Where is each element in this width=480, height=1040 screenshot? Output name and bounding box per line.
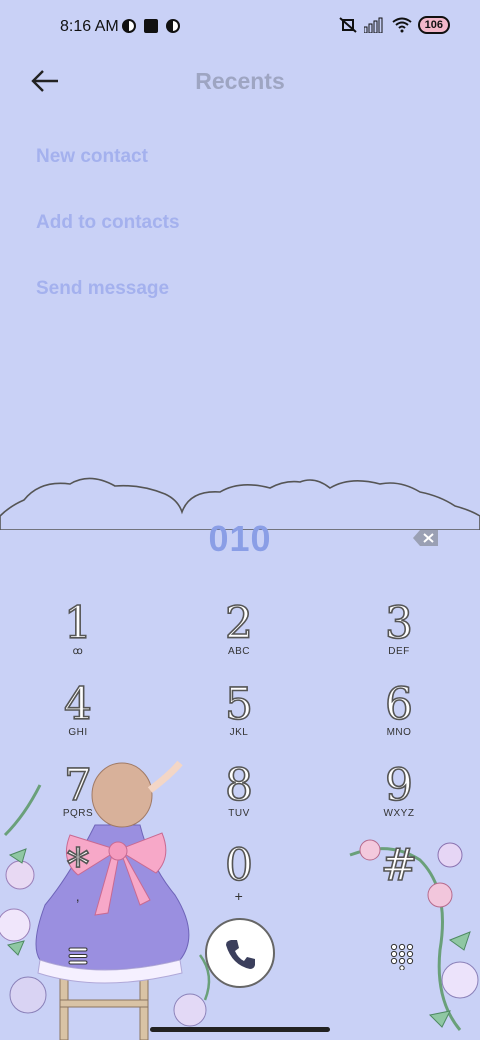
key-0-letters: + bbox=[234, 888, 244, 904]
key-2-letters: ABC bbox=[227, 646, 251, 657]
key-2[interactable]: 2 ABC bbox=[184, 598, 294, 670]
app-notification-icon bbox=[122, 19, 136, 33]
key-1-digit: 1 bbox=[63, 598, 93, 649]
key-5-digit: 5 bbox=[224, 679, 254, 730]
key-star-digit: * bbox=[66, 840, 90, 891]
phone-icon bbox=[226, 940, 255, 969]
key-star[interactable]: * , bbox=[23, 840, 133, 912]
key-9-digit: 9 bbox=[384, 760, 414, 811]
key-6-letters: MNO bbox=[386, 727, 412, 738]
add-to-contacts-option[interactable]: Add to contacts bbox=[36, 212, 180, 234]
signal-icon bbox=[363, 17, 383, 33]
backspace-icon[interactable] bbox=[412, 528, 440, 548]
battery-indicator: 106 bbox=[417, 16, 450, 34]
key-hash-digit: # bbox=[380, 840, 418, 891]
key-4-digit: 4 bbox=[63, 679, 93, 730]
status-time: 8:16 AM bbox=[60, 18, 119, 35]
key-6-digit: 6 bbox=[384, 679, 414, 730]
key-6[interactable]: 6 MNO bbox=[344, 679, 454, 751]
key-4[interactable]: 4 GHI bbox=[23, 679, 133, 751]
key-0[interactable]: 0 + bbox=[184, 840, 294, 912]
key-7-letters: PQRS bbox=[62, 808, 94, 819]
key-9[interactable]: 9 WXYZ bbox=[344, 760, 454, 832]
key-3[interactable]: 3 DEF bbox=[344, 598, 454, 670]
key-5-letters: JKL bbox=[229, 727, 249, 738]
mute-vibrate-icon bbox=[338, 17, 357, 33]
key-8-letters: TUV bbox=[228, 808, 250, 819]
new-contact-option[interactable]: New contact bbox=[36, 146, 148, 168]
status-right: 106 bbox=[338, 16, 450, 34]
status-bar: 8:16 AM 106 bbox=[0, 0, 480, 56]
top-app-bar: Recents bbox=[0, 56, 480, 108]
key-3-letters: DEF bbox=[388, 646, 410, 657]
key-1[interactable]: 1 ꝏ bbox=[23, 598, 133, 670]
app-notification-icon-2 bbox=[166, 19, 180, 33]
dialed-number: 010 bbox=[208, 518, 272, 559]
key-7[interactable]: 7 PQRS bbox=[23, 760, 133, 832]
key-8[interactable]: 8 TUV bbox=[184, 760, 294, 832]
dialpad-icon[interactable] bbox=[388, 942, 416, 970]
key-9-letters: WXYZ bbox=[383, 808, 415, 819]
key-3-digit: 3 bbox=[384, 598, 414, 649]
key-7-digit: 7 bbox=[63, 760, 93, 811]
wifi-icon bbox=[392, 17, 412, 33]
key-5[interactable]: 5 JKL bbox=[184, 679, 294, 751]
voicemail-icon: ꝏ bbox=[72, 646, 84, 657]
call-button[interactable] bbox=[205, 918, 275, 988]
key-star-letters: , bbox=[75, 888, 81, 904]
key-2-digit: 2 bbox=[224, 598, 254, 649]
key-8-digit: 8 bbox=[224, 760, 254, 811]
key-4-letters: GHI bbox=[68, 727, 88, 738]
menu-icon[interactable] bbox=[66, 944, 90, 968]
key-0-digit: 0 bbox=[224, 840, 254, 891]
square-notification-icon bbox=[144, 19, 158, 33]
key-hash[interactable]: # bbox=[344, 840, 454, 912]
send-message-option[interactable]: Send message bbox=[36, 278, 169, 300]
home-indicator[interactable] bbox=[150, 1027, 330, 1032]
page-title: Recents bbox=[195, 68, 285, 94]
